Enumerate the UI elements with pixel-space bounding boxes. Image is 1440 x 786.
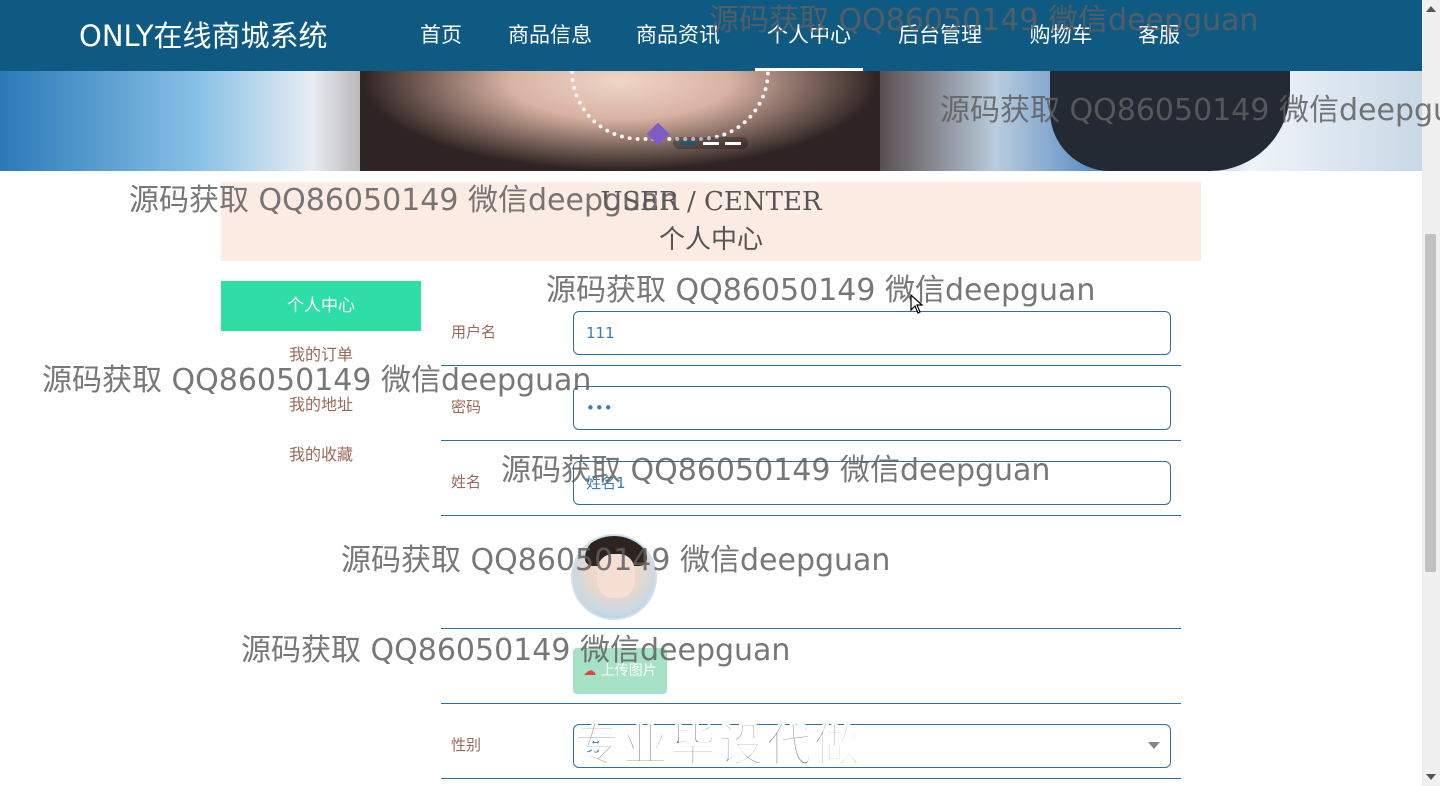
site-brand[interactable]: ONLY在线商城系统 [79,18,328,54]
scroll-down-icon[interactable] [1426,774,1436,780]
carousel-dot[interactable] [725,142,741,145]
scroll-thumb[interactable] [1425,234,1436,572]
watermark: 源码获取 QQ86050149 微信deepguan [241,633,791,668]
gender-label: 性别 [451,736,482,754]
nav-admin[interactable]: 后台管理 [895,0,985,71]
carousel-indicators [673,137,748,149]
nav-products[interactable]: 商品信息 [505,0,595,71]
nav-service[interactable]: 客服 [1136,0,1182,71]
row-divider [441,703,1181,704]
sidebar-item-orders[interactable]: 我的订单 [221,343,421,367]
upload-image-button[interactable]: ☁ 上传图片 [573,648,667,694]
section-heading: USER / CENTER 个人中心 [221,182,1201,261]
name-input[interactable]: 姓名1 [573,461,1171,505]
nav-user-center[interactable]: 个人中心 [755,0,863,71]
carousel-dot[interactable] [680,142,696,145]
nav-home[interactable]: 首页 [418,0,464,71]
gender-value: 男 [586,737,602,755]
carousel-dot[interactable] [703,142,719,145]
heading-english: USER / CENTER [600,187,822,217]
row-divider [441,515,1181,516]
sidebar-item-favorites[interactable]: 我的收藏 [221,443,421,467]
name-label: 姓名 [451,473,482,491]
username-label: 用户名 [451,323,497,341]
mouse-cursor-icon [910,294,924,314]
page: ONLY在线商城系统 首页 商品信息 商品资讯 个人中心 后台管理 购物车 客服… [0,0,1440,786]
nav-cart[interactable]: 购物车 [1027,0,1095,71]
banner-carousel[interactable] [0,71,1422,171]
heading-chinese: 个人中心 [658,225,763,255]
row-divider [441,628,1181,629]
scroll-up-icon[interactable] [1426,6,1436,12]
row-divider [441,778,1181,779]
nav-news[interactable]: 商品资讯 [633,0,723,71]
gender-select[interactable]: 男 [573,724,1171,768]
sidebar-item-user-center[interactable]: 个人中心 [221,281,421,331]
avatar-image [571,534,657,620]
top-navbar: ONLY在线商城系统 首页 商品信息 商品资讯 个人中心 后台管理 购物车 客服 [0,0,1422,71]
watermark: 源码获取 QQ86050149 微信deepguan [546,273,1096,308]
sidebar-item-address[interactable]: 我的地址 [221,393,421,417]
password-input[interactable]: ••• [573,386,1171,430]
row-divider [441,440,1181,441]
username-input[interactable]: 111 [573,311,1171,355]
row-divider [441,365,1181,366]
page-scrollbar[interactable] [1422,0,1440,786]
upload-button-label: 上传图片 [600,663,657,679]
password-label: 密码 [451,398,482,416]
cloud-upload-icon: ☁ [583,664,597,679]
banner-figure-image [1050,71,1290,171]
chevron-down-icon [1148,742,1160,749]
